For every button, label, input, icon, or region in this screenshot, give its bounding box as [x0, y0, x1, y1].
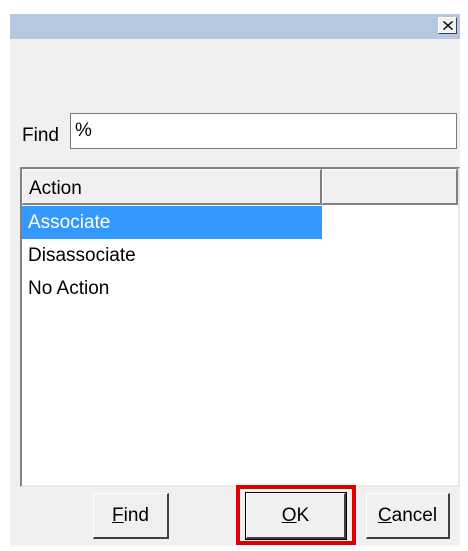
close-icon — [443, 21, 453, 30]
column-header-empty[interactable] — [322, 169, 458, 205]
ok-button-mnemonic: O — [281, 504, 297, 526]
list-header: Action — [22, 169, 458, 205]
title-bar[interactable] — [10, 14, 460, 39]
cancel-button-mnemonic: C — [377, 504, 392, 526]
list-item-no-action[interactable]: No Action — [22, 272, 322, 305]
column-header-action[interactable]: Action — [22, 169, 322, 205]
list-item-disassociate[interactable]: Disassociate — [22, 239, 322, 272]
ok-button[interactable]: OK — [245, 492, 347, 540]
action-dialog: Find Action Associate Disassociate No Ac… — [10, 14, 460, 546]
action-list[interactable]: Action Associate Disassociate No Action — [20, 167, 460, 487]
find-button-label: ind — [123, 504, 149, 526]
list-item-associate[interactable]: Associate — [22, 206, 322, 239]
find-label: Find — [22, 125, 59, 146]
list-items: Associate Disassociate No Action — [22, 206, 458, 305]
find-input[interactable] — [70, 113, 457, 149]
find-button[interactable]: Find — [93, 493, 169, 539]
cancel-button-label: ancel — [391, 504, 438, 526]
ok-button-label: K — [296, 504, 310, 526]
close-button[interactable] — [438, 17, 457, 34]
cancel-button[interactable]: Cancel — [366, 493, 450, 539]
find-button-mnemonic: F — [112, 504, 124, 526]
